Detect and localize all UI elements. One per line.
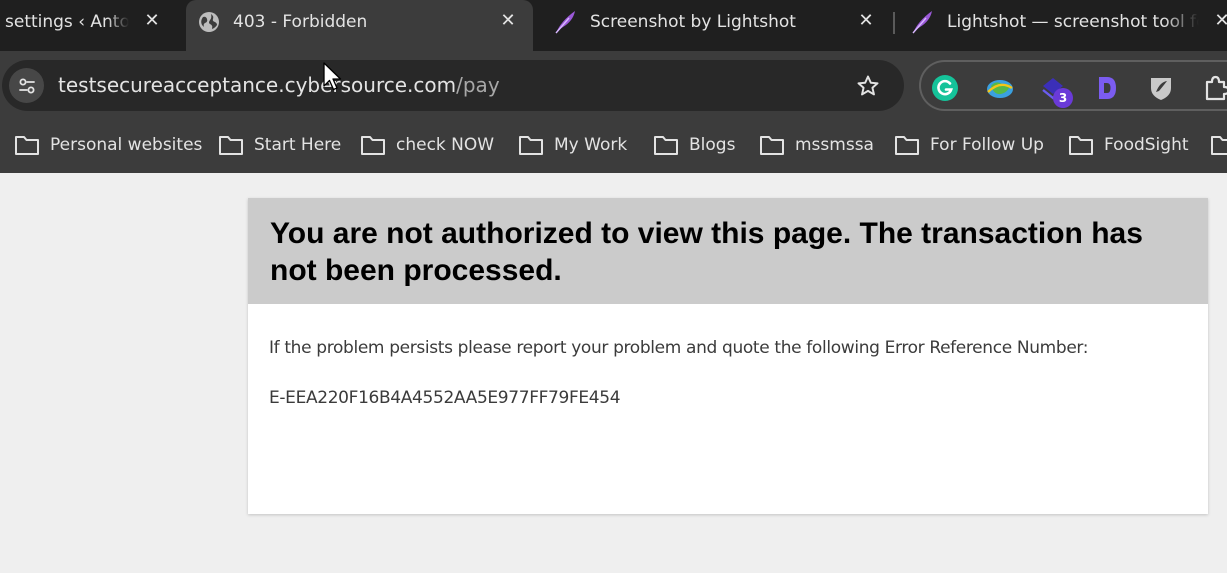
error-message: If the problem persists please report yo… (269, 338, 1089, 358)
bookmark-star-icon[interactable] (855, 73, 881, 103)
bookmark-folder-personal-websites[interactable]: Personal websites (14, 130, 202, 160)
url-host: testsecureacceptance.cybersource.com (58, 73, 457, 97)
bookmark-folder-my-work[interactable]: My Work (518, 130, 627, 160)
bookmark-label: mssmssa (795, 135, 874, 155)
bookmark-label: FoodSight (1104, 135, 1189, 155)
folder-icon (1069, 136, 1093, 155)
tab-separator (893, 12, 895, 34)
folder-icon (895, 136, 919, 155)
error-header: You are not authorized to view this page… (248, 198, 1208, 304)
bookmark-folder-start-here[interactable]: Start Here (218, 130, 341, 160)
tune-icon (18, 78, 35, 93)
tab-strip: settings ‹ Antoi ✕ 403 - Forbidden ✕ Scr… (0, 0, 1227, 51)
folder-icon (15, 136, 39, 155)
bookmark-folder-check-now[interactable]: check NOW (360, 130, 494, 160)
stack-extension-icon[interactable]: 3 (1039, 74, 1073, 108)
bookmarks-bar: Personal websites Start Here check NOW M… (0, 121, 1227, 173)
globe-icon (198, 11, 220, 38)
close-icon[interactable]: ✕ (142, 11, 162, 31)
bookmark-label: Start Here (254, 135, 342, 155)
bookmark-folder-for-follow-up[interactable]: For Follow Up (894, 130, 1044, 160)
folder-icon (654, 136, 678, 155)
close-icon[interactable]: ✕ (856, 11, 876, 31)
folder-icon (219, 136, 243, 155)
mouse-pointer-icon (323, 62, 343, 96)
folder-icon (361, 136, 385, 155)
tab-403-forbidden[interactable]: 403 - Forbidden ✕ (186, 0, 533, 51)
address-bar[interactable]: testsecureacceptance.cybersource.com/pay (2, 60, 904, 111)
tab-lightshot-tool[interactable]: Lightshot — screenshot tool for ✕ (900, 0, 1227, 44)
bookmark-folder-foodsight[interactable]: FoodSight (1068, 130, 1189, 160)
bookmark-folder-overflow[interactable] (1210, 130, 1227, 160)
lightshot-feather-icon (553, 9, 579, 40)
bookmark-label: My Work (554, 135, 628, 155)
tab-settings[interactable]: settings ‹ Antoi ✕ (0, 0, 180, 44)
shield-extension-icon[interactable] (1147, 74, 1175, 102)
error-body: If the problem persists please report yo… (248, 304, 1208, 410)
folder-icon (519, 136, 543, 155)
bookmark-label: Blogs (689, 135, 736, 155)
d-extension-icon[interactable] (1093, 74, 1121, 102)
folder-icon (760, 136, 784, 155)
site-info-button[interactable] (9, 68, 44, 103)
page-title: You are not authorized to view this page… (270, 217, 1143, 287)
bookmark-label: check NOW (396, 135, 495, 155)
tab-title: settings ‹ Antoi (5, 12, 129, 32)
extension-badge-count: 3 (1053, 88, 1073, 108)
grammarly-icon[interactable] (931, 74, 959, 102)
world-globe-extension-icon[interactable] (985, 74, 1013, 102)
tab-title: Screenshot by Lightshot (590, 12, 796, 32)
extensions-area: 3 (919, 60, 1227, 111)
bookmark-label: For Follow Up (930, 135, 1044, 155)
error-card: You are not authorized to view this page… (248, 198, 1208, 514)
toolbar: testsecureacceptance.cybersource.com/pay (0, 51, 1227, 121)
url-path: /pay (456, 73, 500, 97)
tab-screenshot-by-lightshot[interactable]: Screenshot by Lightshot ✕ (545, 0, 890, 44)
close-icon[interactable]: ✕ (498, 11, 518, 31)
bookmark-label: Personal websites (50, 135, 203, 155)
extensions-puzzle-icon[interactable] (1201, 74, 1227, 102)
lightshot-feather-icon (910, 9, 936, 40)
folder-icon (1211, 136, 1227, 155)
bookmark-folder-mssmssa[interactable]: mssmssa (759, 130, 874, 160)
url-text[interactable]: testsecureacceptance.cybersource.com/pay (58, 73, 500, 97)
tab-title: Lightshot — screenshot tool for (947, 12, 1199, 32)
close-icon[interactable]: ✕ (1212, 11, 1227, 31)
bookmark-folder-blogs[interactable]: Blogs (653, 130, 735, 160)
tab-title: 403 - Forbidden (233, 12, 368, 32)
error-reference-number: E-EEA220F16B4A4552AA5E977FF79FE454 (269, 388, 621, 408)
